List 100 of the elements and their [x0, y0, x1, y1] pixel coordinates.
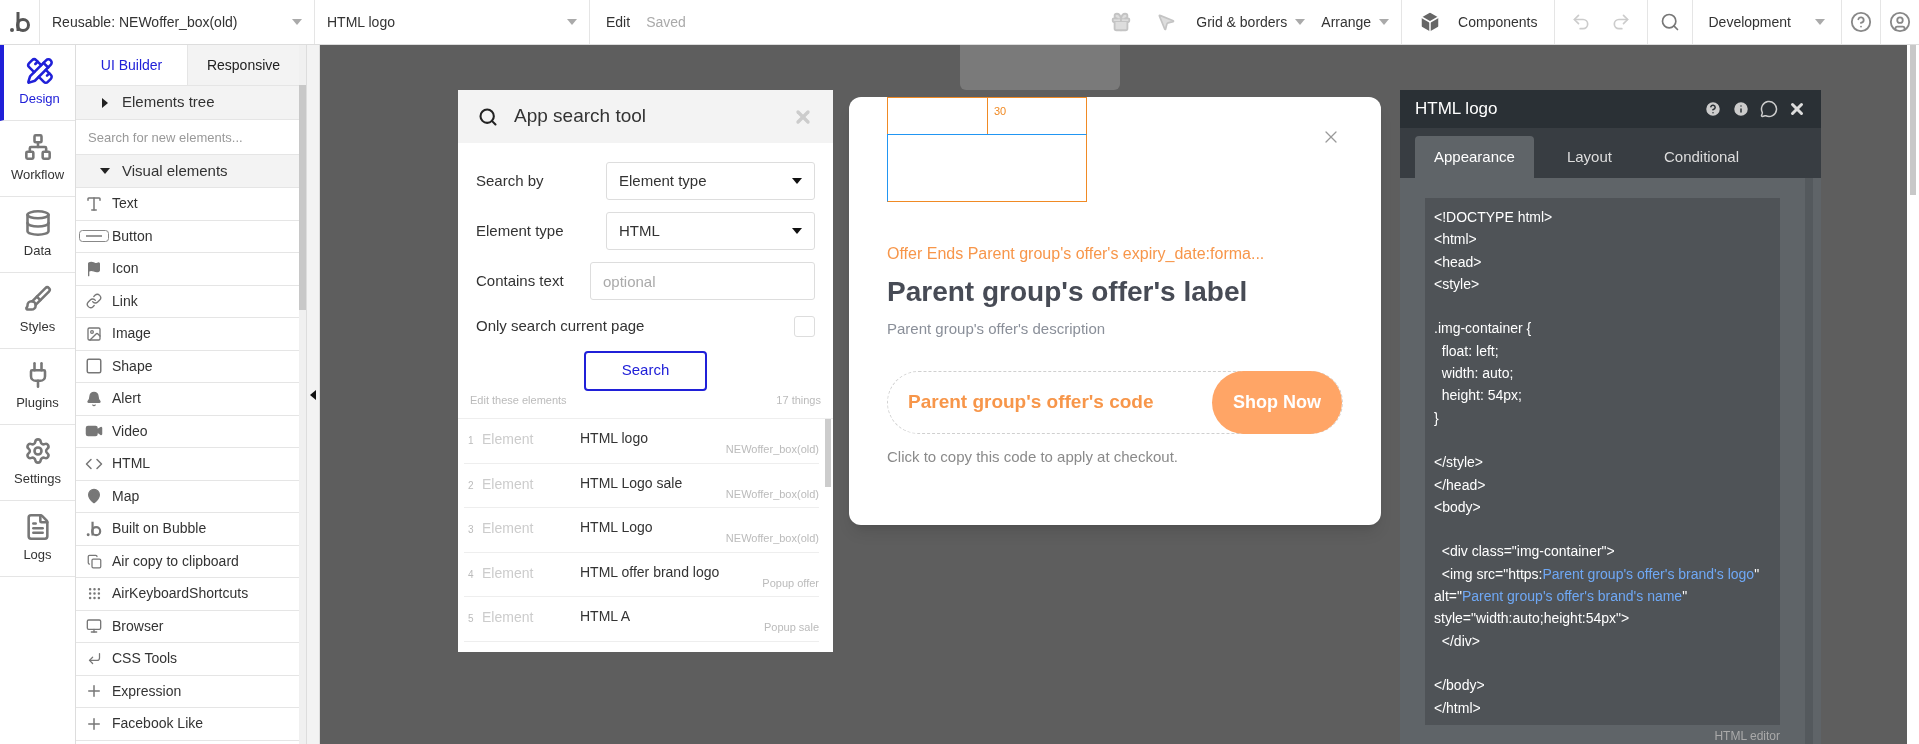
editor-tab[interactable]: Appearance — [1415, 136, 1534, 178]
code-line: </style> — [1434, 453, 1485, 473]
edit-button[interactable]: Edit — [590, 0, 647, 44]
element-item[interactable]: Image — [112, 323, 151, 345]
code-line: } — [1434, 408, 1440, 428]
save-status: Saved — [646, 12, 686, 32]
result-number: 4 — [467, 567, 475, 582]
element-item[interactable]: Button — [112, 225, 153, 247]
element-item[interactable]: Air copy to clipboard — [112, 550, 239, 572]
comment-icon[interactable] — [1760, 100, 1778, 118]
element-item[interactable]: Browser — [112, 615, 164, 637]
element-item[interactable]: Text — [112, 193, 138, 215]
monitor-icon — [86, 618, 102, 635]
info-icon[interactable] — [1732, 100, 1750, 118]
rail-tab[interactable]: Workflow — [0, 121, 75, 197]
element-item[interactable]: Video — [112, 420, 148, 442]
element-dropdown[interactable]: HTML logo — [315, 0, 590, 44]
spacing-label: 30 — [993, 104, 1007, 119]
search-button[interactable]: Search — [584, 350, 707, 391]
environment-dropdown[interactable]: Development — [1692, 0, 1842, 44]
close-icon[interactable] — [1788, 100, 1806, 118]
help-icon[interactable] — [1704, 100, 1722, 118]
caret-icon — [1379, 17, 1390, 27]
caret-icon — [100, 97, 110, 108]
panel-tab[interactable]: Responsive — [187, 45, 299, 85]
code-line: </body> — [1434, 676, 1486, 696]
element-item[interactable]: HTML — [112, 453, 151, 475]
return-arrow-icon — [86, 651, 102, 667]
grid-menu[interactable]: Grid & borders — [1192, 0, 1310, 44]
result-source: NEWoffer_box(old) — [725, 486, 819, 502]
coupon-hint: Click to copy this code to apply at checkout. — [887, 446, 1179, 467]
element-item[interactable]: Map — [112, 485, 140, 507]
result-name: HTML logo — [580, 429, 648, 448]
arrange-menu[interactable]: Arrange — [1309, 0, 1403, 44]
result-number: 3 — [467, 523, 475, 537]
offer-title: Parent group's offer's label — [887, 275, 1249, 309]
result-source: Popup sale — [763, 620, 819, 635]
reusable-dropdown[interactable]: Reusable: NEWoffer_box(old) — [40, 0, 315, 44]
checkbox-label: Only search current page — [476, 316, 645, 336]
collapse-arrow-icon[interactable] — [310, 389, 316, 400]
caret-icon — [1295, 17, 1306, 27]
rail-tab[interactable]: Logs — [0, 501, 75, 577]
element-search-field[interactable]: Search for new elements... — [76, 120, 299, 155]
text-field[interactable]: optional — [590, 262, 815, 300]
code-line: </div> — [1440, 631, 1481, 651]
field-label: Contains text — [476, 270, 565, 291]
editor-title: HTML logo — [1415, 98, 1499, 121]
logo-icon — [8, 11, 31, 33]
editor-tab[interactable]: Conditional — [1644, 136, 1758, 178]
rail-tab[interactable]: Styles — [0, 273, 75, 349]
element-item[interactable]: Shape — [112, 355, 153, 377]
rectangle-icon — [85, 357, 103, 376]
link-icon — [86, 293, 102, 310]
rail-tab[interactable]: Plugins — [0, 349, 75, 425]
element-item[interactable]: Expression — [112, 680, 182, 702]
code-line: </head> — [1434, 475, 1487, 495]
element-item[interactable]: AirKeyboardShortcuts — [112, 583, 249, 605]
checkbox[interactable] — [794, 315, 815, 337]
bell-icon — [86, 390, 102, 407]
scrollbar-thumb[interactable] — [1910, 45, 1916, 195]
element-item[interactable]: Built on Bubble — [112, 518, 207, 540]
components-button[interactable]: Components — [1402, 0, 1555, 44]
field-label: Element type — [476, 220, 565, 241]
rail-tab[interactable]: Data — [0, 197, 75, 273]
search-icon[interactable] — [1659, 12, 1680, 32]
caret-icon — [792, 176, 802, 186]
coupon-code: Parent group's offer's code — [908, 389, 1154, 414]
element-item[interactable]: Link — [112, 290, 138, 312]
scrollbar-thumb[interactable] — [299, 85, 306, 310]
code-line: .img-container { — [1434, 319, 1533, 339]
code-line: <div class="img-container"> — [1440, 542, 1616, 562]
rail-tab[interactable]: Settings — [0, 425, 75, 501]
element-item[interactable]: CSS Tools — [112, 648, 178, 670]
element-item[interactable]: Alert — [112, 388, 141, 410]
element-item[interactable]: Icon — [112, 258, 139, 280]
cursor-icon[interactable] — [1156, 12, 1177, 32]
dots-grid-icon — [86, 586, 102, 602]
window-title: App search tool — [514, 104, 648, 129]
copy-icon — [86, 553, 102, 569]
visual-elements-toggle[interactable]: Visual elements — [76, 155, 299, 188]
select-field[interactable]: HTML — [606, 212, 815, 250]
undo-icon[interactable] — [1570, 12, 1591, 32]
pencil-ruler-icon — [25, 56, 54, 85]
editor-tab[interactable]: Layout — [1547, 136, 1631, 178]
select-field[interactable]: Element type — [606, 162, 815, 200]
result-number: 2 — [467, 478, 475, 493]
gift-icon[interactable] — [1110, 11, 1133, 33]
map-pin-icon — [86, 488, 102, 505]
caret-icon — [792, 226, 802, 236]
code-line: height: 54px; — [1440, 386, 1523, 406]
logo-icon — [86, 520, 102, 537]
element-item[interactable]: Facebook Like — [112, 713, 204, 735]
scrollbar-thumb[interactable] — [825, 419, 831, 487]
code-line: </html> — [1434, 698, 1482, 718]
code-line: <head> — [1434, 252, 1483, 272]
hierarchy-icon — [23, 132, 52, 161]
elements-tree-toggle[interactable]: Elements tree — [76, 85, 299, 120]
user-avatar-icon[interactable] — [1889, 11, 1911, 33]
code-line: <html> — [1434, 230, 1478, 250]
code-line: <img src="https:Parent group's offer's brand's logo" alt="Parent group's offer's brand's name" style="width:auto;height:54px"> — [1434, 564, 1761, 629]
